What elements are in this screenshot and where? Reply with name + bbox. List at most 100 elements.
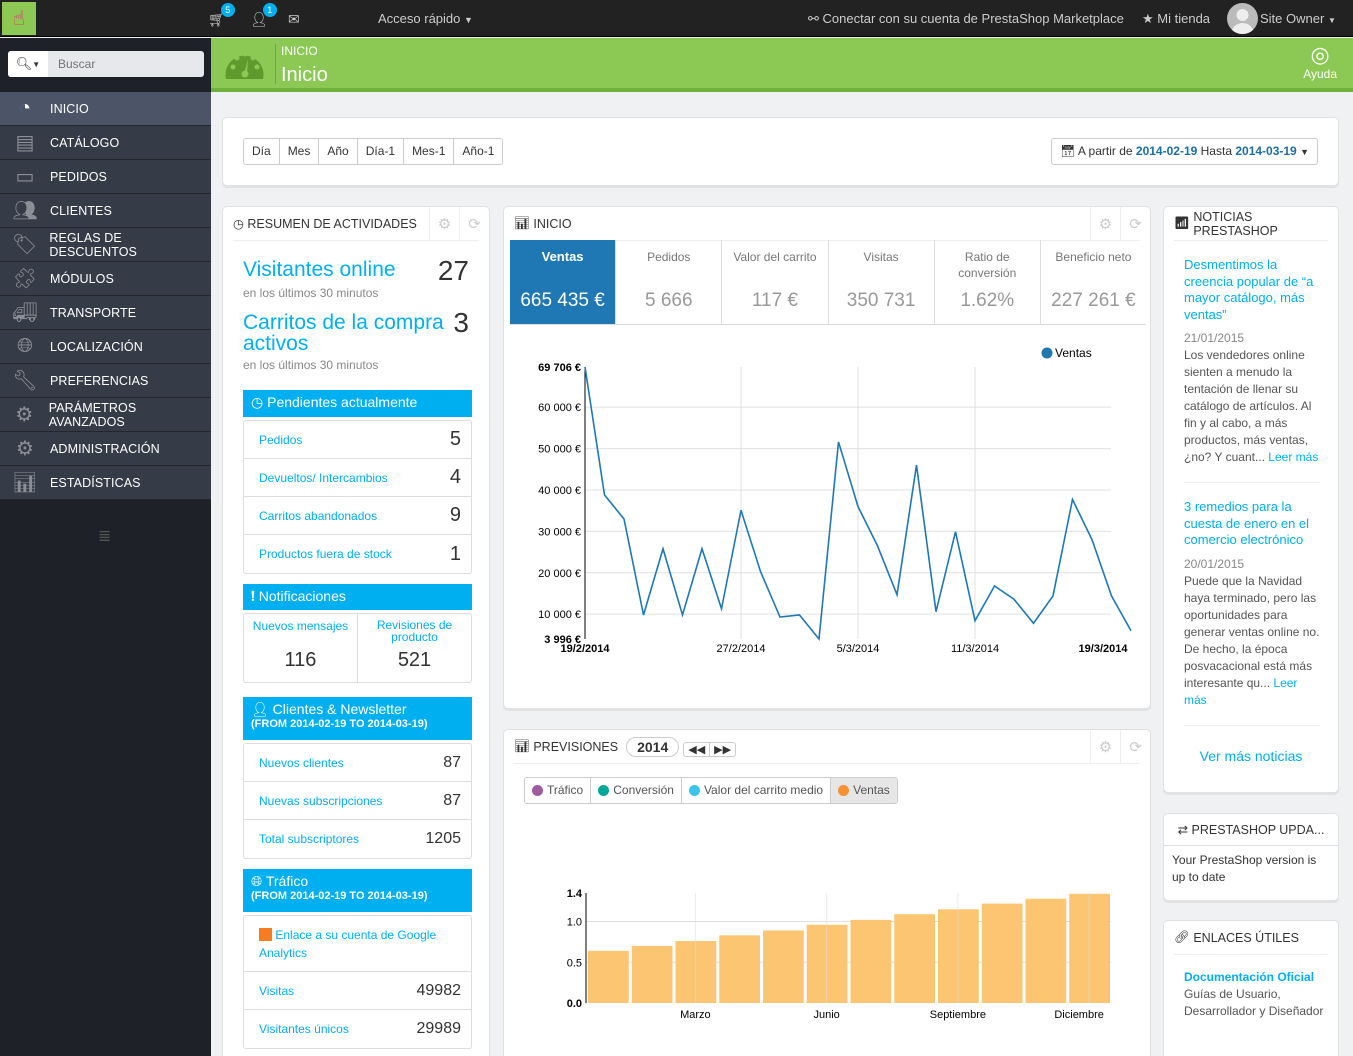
series-conversion-button[interactable]: Conversión — [591, 778, 682, 803]
kpi-value: 665 435 € — [520, 290, 605, 311]
x-tick-label: 11/3/2014 — [951, 643, 999, 655]
collapse-menu-icon[interactable]: ≣ — [98, 526, 111, 546]
marketplace-link[interactable]: ⚯ Conectar con su cuenta de PrestaShop M… — [808, 11, 1124, 27]
out-of-stock-link[interactable]: Productos fuera de stock — [259, 547, 392, 561]
more-news-link[interactable]: Ver más noticias — [1164, 748, 1338, 764]
user-menu[interactable]: Site Owner ▼ — [1260, 11, 1336, 26]
my-shop-link[interactable]: ★ Mi tienda — [1142, 11, 1210, 27]
series-ventas-button[interactable]: Ventas — [831, 778, 897, 803]
unique-visitors-link[interactable]: Visitantes únicos — [259, 1022, 349, 1036]
new-clients-link[interactable]: Nuevos clientes — [259, 756, 344, 770]
sidebar-item-catalogo[interactable]: ▤ CATÁLOGO — [0, 126, 211, 160]
pending-returns-link[interactable]: Devueltos/ Intercambios — [259, 471, 388, 485]
breadcrumb[interactable]: INICIO — [281, 44, 318, 58]
series-valor-carrito-button[interactable]: Valor del carrito medio — [682, 778, 832, 803]
kpi-label: Valor del carrito — [733, 250, 817, 264]
sidebar-item-pedidos[interactable]: ▭ PEDIDOS — [0, 160, 211, 194]
panel-title: PREVISIONES — [533, 739, 619, 754]
year-nav: ◀◀ ▶▶ — [683, 742, 737, 757]
kpi-tabs: Ventas 665 435 € Pedidos 5 666 Valor del c… — [510, 240, 1147, 325]
new-messages-link[interactable]: Nuevos mensajes — [253, 619, 348, 633]
kpi-label: Pedidos — [647, 250, 691, 264]
period-month-button[interactable]: Mes — [279, 139, 320, 164]
year-badge: 2014 — [626, 736, 680, 757]
sales-line-chart: 3 996 €10 000 €20 000 €30 000 €40 000 €5… — [538, 346, 1132, 655]
sidebar-item-modulos[interactable]: 🧩︎ MÓDULOS — [0, 262, 211, 296]
sidebar-item-parametros-avanzados[interactable]: ⚙ PARÁMETROS AVANZADOS — [0, 398, 211, 432]
news-item: 3 remedios para la cuesta de enero en el… — [1184, 499, 1320, 726]
gear-icon[interactable]: ⚙ — [1090, 730, 1120, 764]
previous-year-icon[interactable]: ◀◀ — [684, 743, 711, 756]
visits-link[interactable]: Visitas — [259, 984, 294, 998]
new-subscriptions-link[interactable]: Nuevas subscripciones — [259, 794, 382, 808]
date-range-picker[interactable]: 📅︎ A partir de 2014-02-19 Hasta 2014-03-… — [1050, 138, 1318, 165]
abandoned-carts-link[interactable]: Carritos abandonados — [259, 509, 377, 523]
traffic-table: Enlace a su cuenta de Google Analytics V… — [243, 915, 472, 1049]
caret-down-icon: ▼ — [464, 15, 473, 25]
refresh-icon[interactable]: ⟳ — [1120, 730, 1150, 764]
sidebar-item-clientes[interactable]: 👥︎ CLIENTES — [0, 194, 211, 228]
main-nav: ◔ INICIO ▤ CATÁLOGO ▭ PEDIDOS 👥︎ CLIENTES 🏷︎… — [0, 92, 211, 500]
news-title-link[interactable]: 3 remedios para la cuesta de enero en el… — [1184, 499, 1309, 547]
link-description: Guías de Usuario, Desarrollador y Diseña… — [1184, 987, 1324, 1018]
google-analytics-link[interactable]: Enlace a su cuenta de Google Analytics — [259, 928, 436, 960]
useful-link: Documentación Oficial Guías de Usuario, … — [1184, 969, 1328, 1020]
news-title-link[interactable]: Desmentimos la creencia popular de “a ma… — [1184, 257, 1313, 322]
active-carts-link[interactable]: Carritos de la compra activos — [243, 312, 453, 354]
avatar[interactable] — [1227, 3, 1258, 34]
life-ring-icon: ◎ — [1310, 42, 1330, 67]
online-visitors-sub: en los últimos 30 minutos — [243, 286, 379, 300]
sidebar-item-administracion[interactable]: ⚙ ADMINISTRACIÓN — [0, 432, 211, 466]
messages-button[interactable]: ✉ — [288, 11, 300, 28]
sidebar-item-inicio[interactable]: ◔ INICIO — [0, 92, 211, 126]
read-more-link[interactable]: Leer más — [1268, 450, 1318, 464]
kpi-beneficio-neto[interactable]: Beneficio neto 227 261 € — [1040, 240, 1147, 325]
refresh-icon[interactable]: ⟳ — [459, 207, 489, 241]
search-type-dropdown[interactable]: 🔍︎ ▼ — [8, 51, 48, 77]
kpi-visitas[interactable]: Visitas 350 731 — [828, 240, 935, 325]
period-year-button[interactable]: Año — [319, 139, 358, 164]
table-row: Devueltos/ Intercambios 4 — [244, 459, 471, 497]
sidebar-item-estadisticas[interactable]: 📊︎ ESTADÍSTICAS — [0, 466, 211, 500]
gear-icon[interactable]: ⚙ — [1090, 207, 1120, 241]
cart-notifications[interactable]: 🛒︎ 5 — [208, 3, 235, 28]
pending-orders-link[interactable]: Pedidos — [259, 433, 302, 447]
documentation-link[interactable]: Documentación Oficial — [1184, 969, 1328, 986]
x-tick-label: 5/3/2014 — [837, 643, 880, 655]
kpi-valor-carrito[interactable]: Valor del carrito 117 € — [722, 240, 829, 325]
forecast-bar-chart: Marzo Junio Septiembre Diciembre 0.0 0.5 1.0 1.… — [567, 888, 1111, 1021]
refresh-icon[interactable]: ⟳ — [1120, 207, 1150, 241]
period-prev-month-button[interactable]: Mes-1 — [404, 139, 455, 164]
gear-icon[interactable]: ⚙ — [429, 207, 459, 241]
active-carts-value: 3 — [453, 307, 469, 338]
search-input[interactable] — [48, 51, 204, 77]
customer-notifications[interactable]: 👤︎ 1 — [250, 3, 277, 28]
sidebar-item-label: TRANSPORTE — [50, 305, 137, 320]
kpi-ventas[interactable]: Ventas 665 435 € — [510, 240, 617, 325]
kpi-pedidos[interactable]: Pedidos 5 666 — [616, 240, 723, 325]
header-divider — [275, 44, 276, 84]
user-name: Site Owner — [1260, 11, 1325, 26]
sidebar-item-localizacion[interactable]: 🌐︎ LOCALIZACIÓN — [0, 330, 211, 364]
sidebar-item-preferencias[interactable]: 🔧︎ PREFERENCIAS — [0, 364, 211, 398]
kpi-ratio-conversion[interactable]: Ratio de conversión 1.62% — [934, 240, 1041, 325]
quick-access-dropdown[interactable]: Acceso rápido ▼ — [378, 11, 473, 26]
product-reviews-link[interactable]: Revisiones de producto — [375, 619, 455, 643]
sidebar-item-label: LOCALIZACIÓN — [50, 339, 143, 354]
sidebar-item-label: PREFERENCIAS — [50, 373, 149, 388]
clock-icon: ◷ — [251, 394, 264, 410]
period-day-button[interactable]: Día — [244, 139, 280, 164]
period-prev-day-button[interactable]: Día-1 — [357, 139, 405, 164]
sidebar-item-reglas-descuentos[interactable]: 🏷︎ REGLAS DE DESCUENTOS — [0, 228, 211, 262]
next-year-icon[interactable]: ▶▶ — [710, 743, 735, 756]
x-tick-label: Junio — [813, 1009, 839, 1021]
online-visitors-link[interactable]: Visitantes online — [243, 259, 396, 280]
sidebar-item-transporte[interactable]: 🚚︎ TRANSPORTE — [0, 296, 211, 330]
logo-button[interactable]: ☝ — [2, 2, 36, 35]
series-trafico-button[interactable]: Tráfico — [525, 778, 592, 803]
period-prev-year-button[interactable]: Año-1 — [454, 139, 503, 164]
help-button[interactable]: ◎ Ayuda — [1303, 42, 1337, 82]
book-icon: ▤ — [15, 132, 35, 154]
clients-heading: 👤︎ Clientes & Newsletter (FROM 2014-02-1… — [243, 697, 472, 740]
total-subscribers-link[interactable]: Total subscriptores — [259, 832, 359, 846]
